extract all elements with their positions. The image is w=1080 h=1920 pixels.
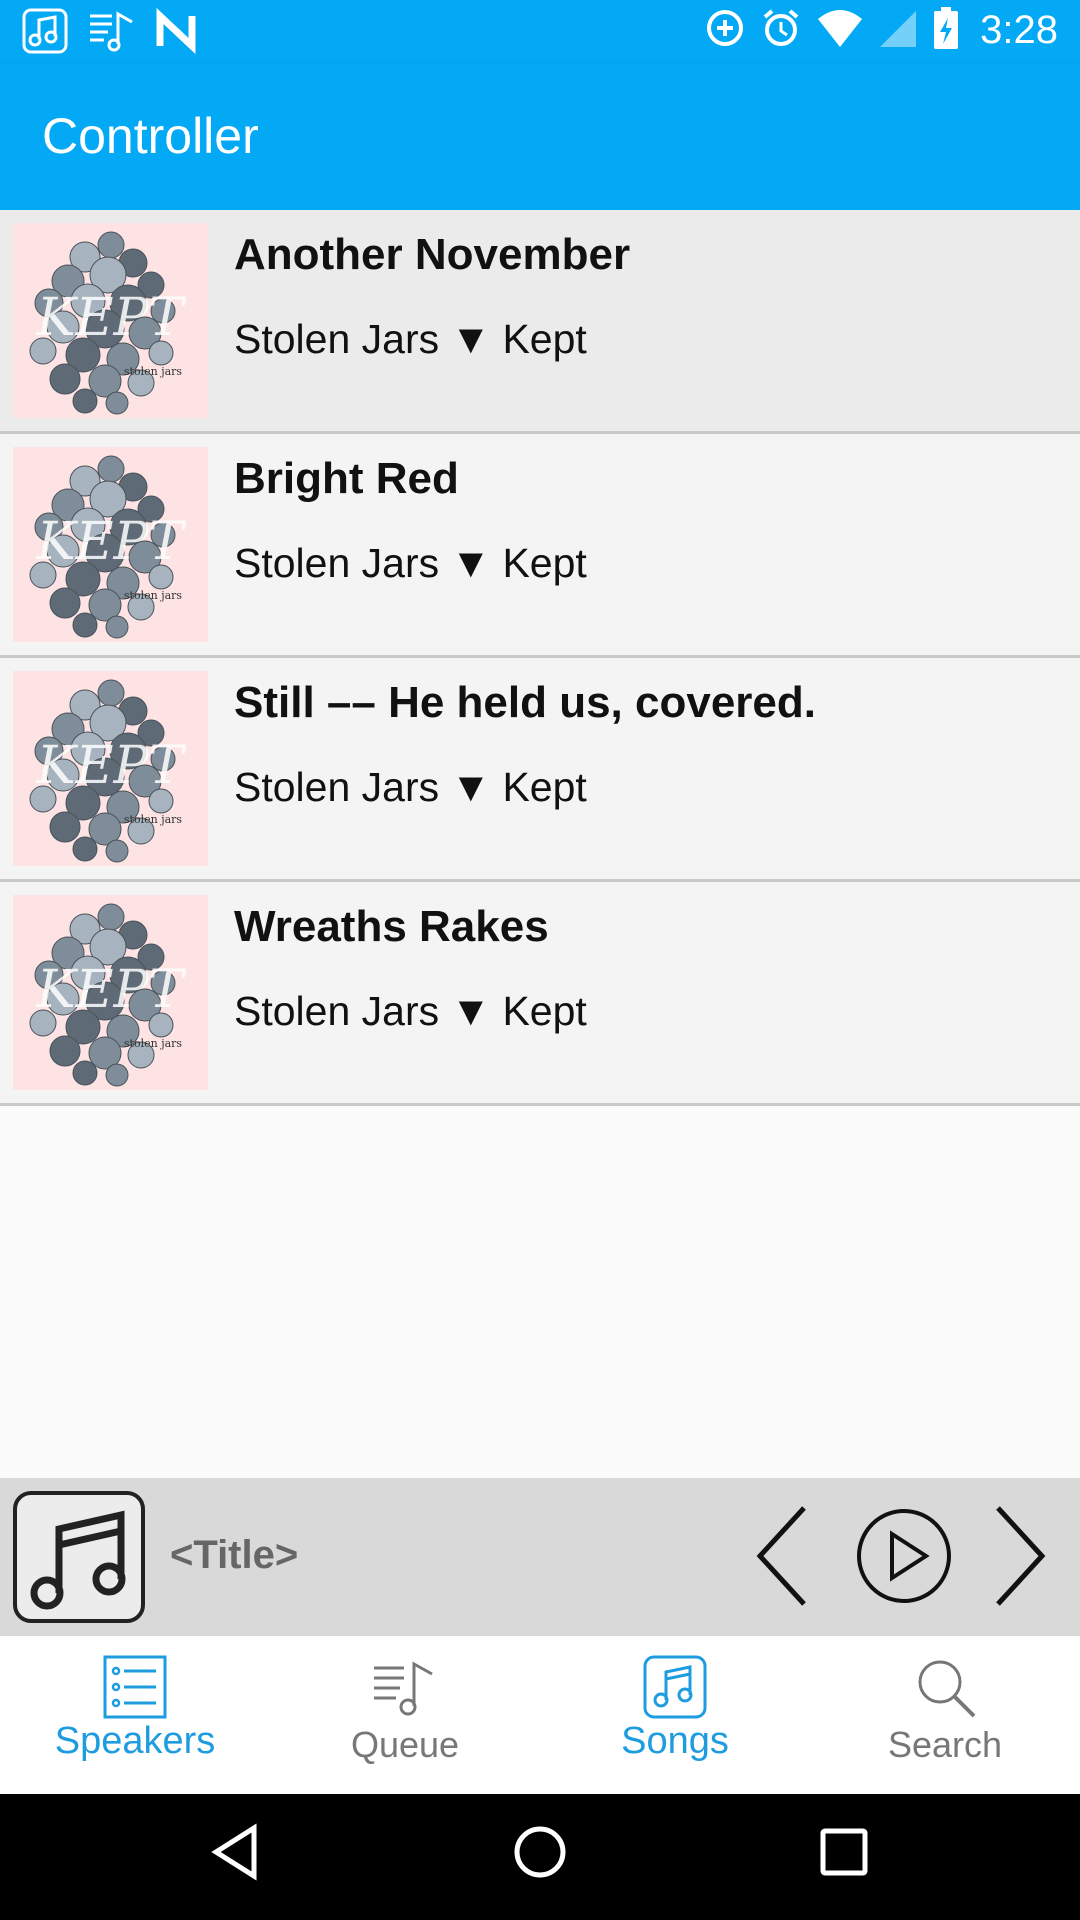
app-bar-title: Controller [42, 108, 259, 164]
song-subtitle: Stolen Jars ▼ Kept [234, 988, 587, 1034]
tab-label: Speakers [54, 1720, 216, 1762]
queue-music-icon [88, 8, 136, 59]
cell-signal-icon [878, 7, 918, 54]
back-button[interactable] [210, 1822, 260, 1887]
music-note-icon [30, 1510, 126, 1610]
album-art-pebble [72, 836, 98, 862]
album-art-pebble [72, 1060, 98, 1086]
tab-label: Queue [350, 1724, 460, 1765]
album-art: KEPT stolen jars [13, 671, 208, 866]
n-logo-icon [156, 7, 196, 59]
song-subtitle: Stolen Jars ▼ Kept [234, 316, 587, 362]
album-art-artist: stolen jars [124, 813, 183, 826]
song-title: Bright Red [234, 454, 459, 503]
album-art-title: KEPT [36, 960, 187, 1020]
album-art: KEPT stolen jars [13, 895, 208, 1090]
song-subtitle: Stolen Jars ▼ Kept [234, 764, 587, 810]
album-cover-graphic: KEPT stolen jars [29, 231, 187, 415]
song-row[interactable]: KEPT stolen jars Another November Stolen … [0, 210, 1080, 434]
album-art-title: KEPT [36, 512, 187, 572]
tab-queue[interactable]: Queue [270, 1636, 540, 1794]
bottom-tab-bar: Speakers Queue Songs Search [0, 1636, 1080, 1794]
album-art-artist: stolen jars [124, 1037, 183, 1050]
album-art-pebble [49, 1035, 81, 1067]
album-art-pebble [105, 1063, 129, 1087]
album-cover-graphic: KEPT stolen jars [29, 903, 187, 1087]
album-art-artist: stolen jars [124, 365, 183, 378]
status-left-icons [22, 7, 196, 59]
music-note-icon [642, 1654, 708, 1725]
tab-label: Search [887, 1724, 1003, 1765]
song-list: KEPT stolen jars Another November Stolen … [0, 210, 1080, 1106]
queue-music-icon [370, 1654, 440, 1725]
music-note-icon [22, 8, 68, 59]
battery-charging-icon [932, 6, 960, 55]
song-row[interactable]: KEPT stolen jars Wreaths Rakes Stolen Jar… [0, 882, 1080, 1106]
data-saver-icon [704, 7, 746, 54]
song-title: Another November [234, 230, 631, 279]
home-circle-icon [514, 1826, 566, 1878]
back-triangle-icon [211, 1823, 257, 1881]
album-art-artist: stolen jars [124, 589, 183, 602]
next-button[interactable] [990, 1496, 1050, 1621]
album-art-pebble [105, 839, 129, 863]
wifi-icon [816, 7, 864, 54]
status-bar: 3:28 [0, 0, 1080, 63]
song-row[interactable]: KEPT stolen jars Still –– He held us, cov… [0, 658, 1080, 882]
status-time: 3:28 [980, 8, 1058, 52]
now-playing-title: <Title> [170, 1533, 299, 1577]
album-cover-graphic: KEPT stolen jars [29, 679, 187, 863]
album-art-pebble [105, 391, 129, 415]
album-art-pebble [49, 811, 81, 843]
app-root: 3:28 Controller KEPT stolen jars Another … [0, 0, 1080, 1920]
recents-button[interactable] [818, 1822, 870, 1887]
album-art-pebble [72, 612, 98, 638]
album-cover-graphic: KEPT stolen jars [29, 455, 187, 639]
album-art-pebble [97, 679, 125, 707]
status-right-icons: 3:28 [704, 6, 1058, 55]
album-art-title: KEPT [36, 736, 187, 796]
app-bar: Controller [0, 63, 1080, 210]
tab-songs[interactable]: Songs [540, 1636, 810, 1794]
previous-button[interactable] [752, 1496, 812, 1621]
album-art: KEPT stolen jars [13, 447, 208, 642]
tab-search[interactable]: Search [810, 1636, 1080, 1794]
now-playing-art[interactable] [13, 1491, 145, 1623]
home-button[interactable] [512, 1822, 568, 1887]
album-art-title: KEPT [36, 288, 187, 348]
alarm-icon [760, 7, 802, 54]
search-icon [912, 1654, 978, 1725]
play-button[interactable] [854, 1506, 954, 1611]
list-icon [102, 1654, 168, 1725]
tab-label: Songs [621, 1720, 729, 1762]
album-art-pebble [49, 587, 81, 619]
album-art-pebble [97, 903, 125, 931]
system-navigation-bar [0, 1794, 1080, 1920]
album-art-pebble [105, 615, 129, 639]
album-art: KEPT stolen jars [13, 223, 208, 418]
recents-square-icon [820, 1828, 868, 1876]
play-icon [857, 1509, 951, 1603]
chevron-right-icon [996, 1506, 1046, 1606]
tab-speakers[interactable]: Speakers [0, 1636, 270, 1794]
chevron-left-icon [756, 1506, 806, 1606]
album-art-pebble [49, 363, 81, 395]
album-art-pebble [72, 388, 98, 414]
song-row[interactable]: KEPT stolen jars Bright Red Stolen Jars ▼… [0, 434, 1080, 658]
album-art-pebble [97, 231, 125, 259]
song-title: Wreaths Rakes [234, 902, 549, 951]
album-art-pebble [97, 455, 125, 483]
now-playing-bar: <Title> [0, 1478, 1080, 1636]
song-title: Still –– He held us, covered. [234, 678, 816, 727]
song-subtitle: Stolen Jars ▼ Kept [234, 540, 587, 586]
